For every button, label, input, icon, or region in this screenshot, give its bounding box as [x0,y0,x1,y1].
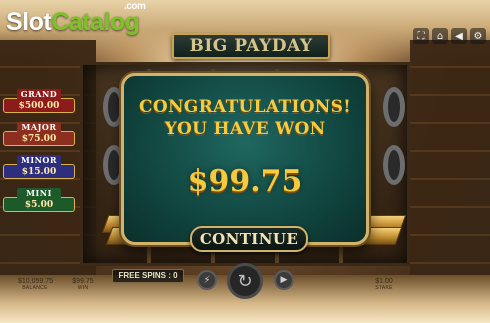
continue-button[interactable]: CONTINUE [190,226,308,252]
jackpot-label: MAJOR [17,122,61,133]
jackpot-value: $15.00 [3,164,75,179]
win-dialog: CONGRATULATIONS! YOU HAVE WON $99.75 CON… [121,73,369,252]
jackpot-minor: $15.00 MINOR [3,155,75,181]
fullscreen-icon[interactable]: ⛶ [413,28,429,44]
jackpot-value: $5.00 [3,197,75,212]
balance-value: $10,059.75 [18,278,54,285]
home-icon[interactable]: ⌂ [432,28,448,44]
win-amount: $99.75 [187,164,303,199]
logo-word-catalog: Catalog [51,8,140,36]
jackpot-mini: $5.00 MINI [3,188,75,214]
win-label: WIN [77,285,89,291]
vault-door-symbol [383,87,405,127]
free-spins-counter: FREE SPINS : 0 [112,269,184,283]
top-toolbar: ⛶ ⌂ ◀ ⚙ [413,28,486,44]
stake-value: $1.00 [375,278,393,285]
jackpot-label: MINI [17,188,61,199]
stake-label: STAKE [375,285,393,291]
game-title: BIG PAYDAY [172,33,330,59]
stake-display: $1.00 STAKE [372,278,396,291]
jackpot-major: $75.00 MAJOR [3,122,75,148]
balance-display: $10,059.75 BALANCE [18,278,54,291]
jackpot-grand: $500.00 GRAND [3,89,75,115]
jackpot-panel: $500.00 GRAND $75.00 MAJOR $15.00 MINOR … [3,89,75,225]
jackpot-value: $75.00 [3,131,75,146]
sound-icon[interactable]: ◀ [451,28,467,44]
turbo-icon[interactable]: ⚡ [197,270,217,290]
spin-button[interactable]: ↻ [227,263,263,299]
you-have-won-text: YOU HAVE WON [164,119,326,139]
site-logo: SlotCatalog .com [6,1,146,37]
jackpot-value: $500.00 [3,98,75,113]
jackpot-label: MINOR [17,155,61,166]
vault-door-symbol [383,145,405,185]
settings-icon[interactable]: ⚙ [470,28,486,44]
logo-suffix: .com [124,1,146,12]
logo-word-slot: Slot [6,8,52,36]
congratulations-text: CONGRATULATIONS! [139,97,351,117]
balance-label: BALANCE [22,285,48,291]
jackpot-label: GRAND [17,89,61,100]
win-display: $99.75 WIN [70,278,96,291]
autoplay-icon[interactable]: ▶ [274,270,294,290]
win-value: $99.75 [72,278,94,285]
